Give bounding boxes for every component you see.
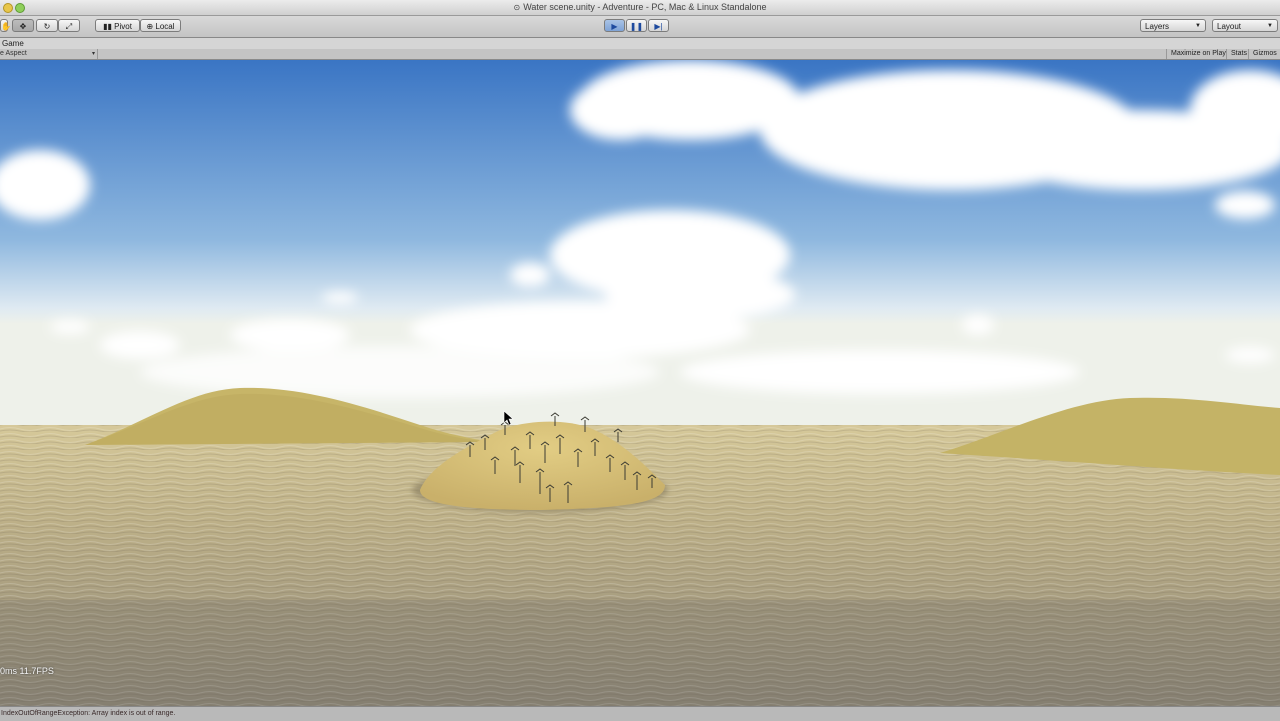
window-titlebar: ⊙ Water scene.unity - Adventure - PC, Mac… [0, 0, 1280, 16]
local-icon: ⊕ [146, 22, 154, 31]
status-message: IndexOutOfRangeException: Array index is… [1, 710, 176, 717]
pivot-toggle-button[interactable]: ▮▮ Pivot [95, 19, 140, 32]
window-title: Water scene.unity - Adventure - PC, Mac … [523, 2, 767, 12]
layout-dropdown[interactable]: Layout ▼ [1212, 19, 1278, 32]
chevron-down-icon: ▼ [1267, 23, 1273, 29]
chevron-down-icon: ▼ [1195, 23, 1201, 29]
layers-dropdown[interactable]: Layers ▼ [1140, 19, 1206, 32]
rotate-icon: ↻ [43, 22, 51, 31]
unity-file-icon: ⊙ [513, 3, 521, 12]
rotate-tool-button[interactable]: ↻ [36, 19, 58, 32]
aspect-label: e Aspect [0, 50, 27, 57]
play-button[interactable]: ▶ [604, 19, 625, 32]
pivot-label: Pivot [114, 22, 132, 31]
scale-icon: ⤢ [65, 22, 73, 31]
aspect-dropdown[interactable]: e Aspect ▾ [0, 49, 98, 59]
pivot-icon: ▮▮ [103, 22, 112, 31]
hand-icon: ✋ [1, 22, 11, 31]
hand-tool-button[interactable]: ✋ [0, 19, 11, 32]
fps-readout: 0ms 11.7FPS [0, 666, 54, 676]
step-button[interactable]: ▶| [648, 19, 669, 32]
tab-game[interactable]: Game [0, 39, 24, 48]
move-tool-button[interactable]: ✥ [12, 19, 34, 32]
minimize-window-button[interactable] [3, 3, 13, 13]
maximize-on-play-toggle[interactable]: Maximize on Play [1166, 49, 1230, 59]
local-toggle-button[interactable]: ⊕ Local [140, 19, 181, 32]
gizmos-toggle[interactable]: Gizmos [1248, 49, 1280, 59]
pause-icon: ❚❚ [629, 22, 644, 31]
layers-label: Layers [1145, 22, 1170, 31]
game-view-toolbar: e Aspect ▾ Maximize on Play Stats Gizmos [0, 49, 1280, 60]
game-scene-render [0, 60, 1280, 706]
console-status-bar[interactable]: IndexOutOfRangeException: Array index is… [0, 706, 1280, 721]
game-viewport[interactable]: 0ms 11.7FPS [0, 60, 1280, 706]
step-icon: ▶| [654, 22, 663, 31]
play-icon: ▶ [611, 22, 618, 31]
layout-label: Layout [1217, 22, 1242, 31]
main-toolbar: ✋ ✥ ↻ ⤢ ▮▮ Pivot ⊕ Local ▶ ❚❚ ▶| Layers … [0, 16, 1280, 38]
chevron-down-icon: ▾ [91, 51, 95, 57]
local-label: Local [155, 22, 175, 31]
pause-button[interactable]: ❚❚ [626, 19, 647, 32]
scale-tool-button[interactable]: ⤢ [58, 19, 80, 32]
zoom-window-button[interactable] [15, 3, 25, 13]
move-icon: ✥ [19, 22, 27, 31]
